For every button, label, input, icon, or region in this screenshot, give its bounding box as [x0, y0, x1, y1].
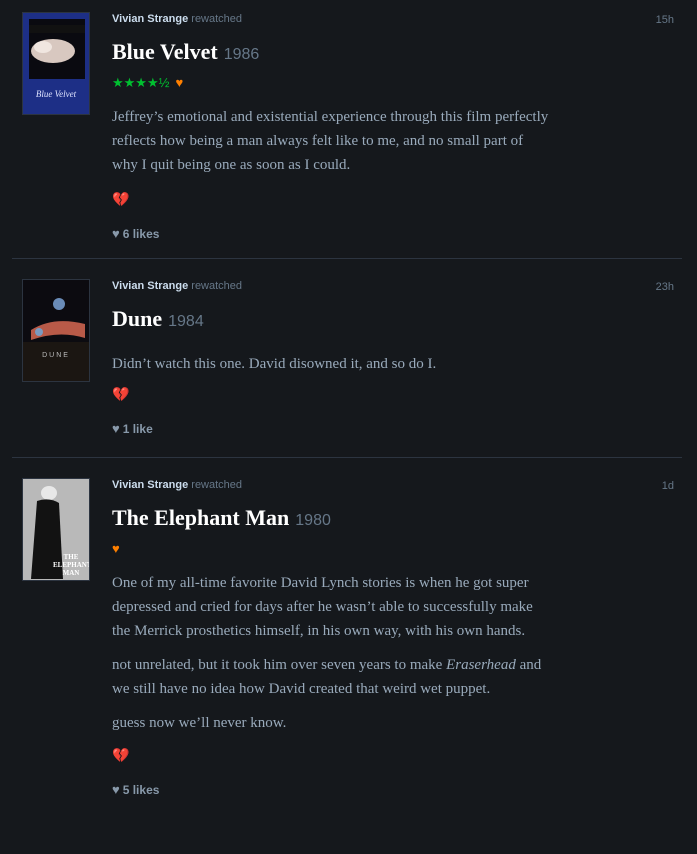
reviewer-name[interactable]: Vivian Strange	[112, 479, 188, 491]
film-title-line: Dune 1984	[112, 305, 672, 336]
star-rating: ★★★★½	[112, 75, 170, 90]
rating-row: ♥	[112, 541, 672, 557]
poster-caption: Blue Velvet	[35, 89, 77, 99]
poster-image	[23, 13, 89, 114]
review-paragraph: One of my all-time favorite David Lynch …	[112, 575, 533, 639]
review-paragraph: guess now we’ll never know.	[112, 715, 287, 731]
rating-row: ★★★★½ ♥	[112, 75, 672, 91]
review-action: rewatched	[191, 13, 243, 25]
like-heart-icon: ♥	[112, 782, 120, 797]
paragraph-text: not unrelated, but it took him over seve…	[112, 657, 443, 673]
film-title[interactable]: The Elephant Man	[112, 505, 289, 530]
review-body: Vivian Strange rewatched Blue Velvet 1986…	[112, 12, 672, 241]
review-meta: Vivian Strange rewatched	[112, 12, 672, 26]
review-time[interactable]: 23h	[656, 281, 674, 293]
review-text: One of my all-time favorite David Lynch …	[112, 571, 552, 735]
heart-icon: ♥	[175, 75, 184, 90]
heart-icon: ♥	[112, 541, 120, 556]
film-title-line: Blue Velvet 1986	[112, 38, 672, 69]
review-meta: Vivian Strange rewatched	[112, 279, 672, 293]
review-text: Jeffrey’s emotional and existential expe…	[112, 105, 552, 177]
review-paragraph: Didn’t watch this one. David disowned it…	[112, 356, 437, 372]
review-item: THE ELEPHANT MAN Vivian Strange rewatche…	[12, 478, 682, 854]
broken-heart-icon: 💔	[112, 191, 130, 207]
reviewer-name[interactable]: Vivian Strange	[112, 280, 188, 292]
likes-label: 6 likes	[122, 227, 160, 241]
review-action: rewatched	[191, 280, 243, 292]
like-heart-icon: ♥	[112, 226, 120, 241]
film-title-line: The Elephant Man 1980	[112, 504, 672, 535]
likes-count[interactable]: ♥ 5 likes	[112, 782, 672, 798]
likes-count[interactable]: ♥ 6 likes	[112, 226, 672, 242]
review-time[interactable]: 15h	[656, 14, 674, 26]
film-title[interactable]: Blue Velvet	[112, 39, 218, 64]
film-year[interactable]: 1984	[168, 313, 204, 330]
broken-heart-icon: 💔	[112, 386, 130, 402]
review-paragraph: not unrelated, but it took him over seve…	[112, 653, 552, 701]
likes-label: 5 likes	[122, 783, 160, 797]
film-title[interactable]: Dune	[112, 306, 162, 331]
divider	[12, 258, 682, 259]
review-item: DUNE Vivian Strange rewatched Dune 1984 D…	[12, 279, 682, 457]
review-item: Blue Velvet Vivian Strange rewatched Blu…	[12, 12, 682, 257]
film-poster[interactable]: DUNE	[22, 279, 90, 382]
poster-caption: THE ELEPHANT MAN	[53, 553, 90, 577]
review-paragraph: Jeffrey’s emotional and existential expe…	[112, 109, 549, 173]
divider	[12, 457, 682, 458]
film-year[interactable]: 1986	[224, 46, 260, 63]
poster-caption: DUNE	[42, 352, 70, 359]
likes-count[interactable]: ♥ 1 like	[112, 421, 672, 437]
broken-heart-icon: 💔	[112, 747, 130, 763]
likes-label: 1 like	[122, 422, 153, 436]
review-time[interactable]: 1d	[662, 480, 674, 492]
film-poster[interactable]: Blue Velvet	[22, 12, 90, 115]
review-body: Vivian Strange rewatched Dune 1984 Didn’t…	[112, 279, 672, 436]
review-text: Didn’t watch this one. David disowned it…	[112, 352, 552, 376]
film-reference: Eraserhead	[446, 657, 516, 673]
like-heart-icon: ♥	[112, 421, 120, 436]
review-body: Vivian Strange rewatched The Elephant Ma…	[112, 478, 672, 797]
reviewer-name[interactable]: Vivian Strange	[112, 13, 188, 25]
review-meta: Vivian Strange rewatched	[112, 478, 672, 492]
film-year[interactable]: 1980	[295, 512, 331, 529]
review-action: rewatched	[191, 479, 243, 491]
film-poster[interactable]: THE ELEPHANT MAN	[22, 478, 90, 581]
poster-image	[23, 280, 89, 381]
